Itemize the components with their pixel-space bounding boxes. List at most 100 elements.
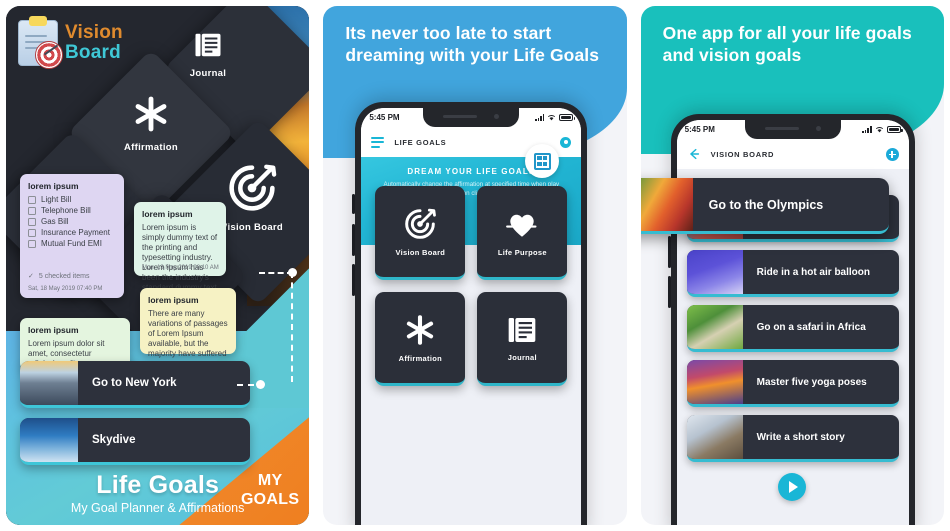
tile-label: Vision Board [395, 247, 446, 257]
checklist-row: Gas Bill [28, 217, 116, 226]
checklist-label: Gas Bill [41, 217, 69, 226]
goal-card[interactable]: Skydive [20, 418, 250, 465]
featured-goal-card[interactable]: Go to the Olympics [640, 178, 889, 234]
app-bar: VISION BOARD [676, 139, 909, 169]
status-icons [862, 126, 903, 133]
tile-life-purpose[interactable]: Life Purpose [477, 186, 568, 280]
tile-label: Life Purpose [497, 247, 547, 257]
item-title: Master five yoga poses [756, 376, 867, 388]
checklist-label: Insurance Payment [41, 228, 110, 237]
journal-label: Journal [189, 68, 227, 79]
phone-screen: 5:45 PM LIFE GOALS DREAM YOUR LIFE GOALS… [361, 108, 582, 525]
checkbox-icon [28, 217, 36, 226]
target-icon [405, 208, 437, 239]
affirmation-label: Affirmation [124, 142, 178, 153]
note-body: There are many variations of passages of… [148, 309, 228, 358]
tile-label: Journal [507, 352, 537, 362]
affirmation-feature: Affirmation [106, 94, 196, 153]
screenshot-stage: Vision Board Journal Affirmation Vision … [0, 0, 950, 531]
checked-items-summary: ✓ 5 checked items [28, 272, 90, 281]
item-thumbnail [686, 360, 743, 404]
wifi-icon [875, 127, 883, 133]
checklist-row: Mutual Fund EMI [28, 239, 116, 248]
battery-icon [559, 114, 576, 121]
note-title: lorem ipsum [142, 209, 193, 219]
item-title: Go on a safari in Africa [756, 321, 866, 333]
item-title: Write a short story [756, 431, 845, 443]
phone-notch [744, 120, 841, 139]
panel-vision-board-screen: One app for all your life goals and visi… [640, 6, 944, 525]
app-bar-title: LIFE GOALS [394, 137, 447, 147]
journal-feature: Journal [178, 30, 238, 79]
battery-icon [886, 126, 903, 133]
dashed-connector [259, 272, 294, 382]
app-bar-title: VISION BOARD [710, 149, 775, 159]
goal-thumbnail [20, 418, 78, 462]
panel2-headline: Its never too late to start dreaming wit… [345, 23, 600, 66]
grid-view-icon [533, 152, 551, 170]
list-item[interactable]: Master five yoga poses [686, 360, 899, 407]
back-arrow-icon[interactable] [687, 147, 701, 161]
my-goals-line2: GOALS [240, 490, 300, 508]
logo-word-board: Board [65, 42, 121, 63]
goal-thumbnail [20, 361, 78, 405]
tile-affirmation[interactable]: Affirmation [375, 292, 466, 386]
featured-title: Go to the Olympics [708, 197, 824, 212]
journal-icon [195, 33, 221, 57]
goal-title: Go to New York [92, 377, 177, 389]
wifi-icon [548, 115, 556, 121]
play-button[interactable] [778, 473, 807, 501]
asterisk-icon [135, 96, 167, 132]
checklist-label: Telephone Bill [41, 206, 91, 215]
signal-icon [862, 126, 872, 133]
item-thumbnail [686, 305, 743, 349]
goal-card[interactable]: Go to New York [20, 361, 250, 408]
item-thumbnail [686, 415, 743, 459]
note-card-green: lorem ipsum Lorem ipsum is simply dummy … [134, 202, 226, 312]
panel3-headline: One app for all your life goals and visi… [662, 23, 912, 66]
list-item[interactable]: Go on a safari in Africa [686, 305, 899, 352]
checkbox-icon [28, 228, 36, 237]
plus-circle-icon[interactable] [885, 147, 899, 161]
checkbox-icon [28, 206, 36, 215]
my-goals-line1: MY [257, 472, 283, 490]
panel-life-goals-screen: Its never too late to start dreaming wit… [323, 6, 627, 525]
logo-word-vision: Vision [65, 22, 123, 44]
item-title: Ride in a hot air balloon [756, 266, 870, 278]
signal-icon [534, 114, 545, 121]
status-time: 5:45 PM [369, 113, 400, 122]
feature-tile-grid: Vision Board Life Purpose Affirmation Jo… [361, 186, 581, 386]
logo-text: Vision Board [65, 23, 123, 63]
list-item[interactable]: Ride in a hot air balloon [686, 250, 899, 297]
note-card-checklist: lorem ipsum Light Bill Telephone Bill Ga… [20, 174, 124, 298]
checklist-label: Mutual Fund EMI [41, 239, 102, 248]
note-title: lorem ipsum [28, 325, 79, 335]
journal-icon [508, 317, 536, 342]
gear-icon[interactable] [560, 136, 572, 148]
phone-mockup: 5:45 PM VISION BOARD Ride in a hot air b… [667, 114, 915, 525]
heart-pulse-icon [506, 214, 537, 237]
checklist-row: Light Bill [28, 195, 116, 204]
my-goals-badge: MY GOALS [241, 472, 299, 509]
target-icon [229, 164, 277, 211]
panel-app-overview: Vision Board Journal Affirmation Vision … [6, 6, 310, 525]
phone-mockup: 5:45 PM LIFE GOALS DREAM YOUR LIFE GOALS… [352, 102, 588, 525]
note-card-yellow: lorem ipsum There are many variations of… [140, 288, 236, 358]
check-icon: ✓ [28, 273, 34, 280]
checklist-label: Light Bill [41, 195, 72, 204]
checkbox-icon [28, 239, 36, 248]
checkbox-icon [28, 195, 36, 204]
note-title: lorem ipsum [28, 181, 79, 191]
clipboard-target-icon [18, 16, 63, 69]
checklist-row: Insurance Payment [28, 228, 116, 237]
item-thumbnail [686, 250, 743, 294]
hamburger-icon[interactable] [371, 136, 385, 148]
note-date: Sat, 18 May 2019 07:40 PM [28, 286, 103, 292]
app-logo: Vision Board [18, 16, 123, 69]
goal-title: Skydive [92, 434, 136, 446]
status-icons [534, 114, 576, 121]
list-item[interactable]: Write a short story [686, 415, 899, 462]
tile-vision-board[interactable]: Vision Board [375, 186, 466, 280]
note-date: Mon, 13 May 2019 08:10 AM [142, 265, 219, 271]
tile-journal[interactable]: Journal [477, 292, 568, 386]
